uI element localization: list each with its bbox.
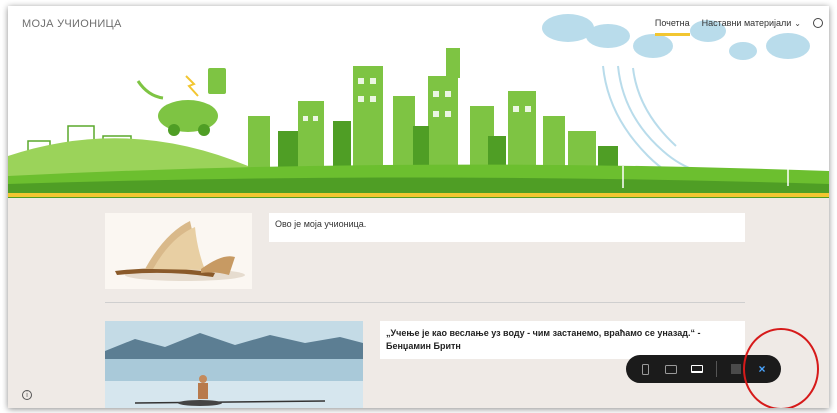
nav-item-teaching-materials[interactable]: Наставни материјали ⌄	[702, 18, 801, 28]
laptop-icon	[691, 365, 703, 373]
flag-icon	[731, 364, 741, 374]
quote-text: „Учење је као веслање уз воду - чим заст…	[386, 328, 701, 338]
annotation-circle	[743, 328, 819, 408]
eco-city-illustration	[8, 14, 829, 198]
phone-icon	[641, 363, 649, 375]
search-icon[interactable]	[813, 18, 823, 28]
toolbar-divider	[716, 361, 717, 377]
browser-frame: МОЈА УЧИОНИЦА Почетна Наставни материјал…	[8, 6, 829, 408]
chevron-down-icon: ⌄	[794, 19, 801, 28]
info-icon[interactable]: i	[22, 390, 32, 400]
main-nav: Почетна Наставни материјали ⌄	[654, 18, 823, 36]
nav-item-home[interactable]: Почетна	[654, 18, 690, 36]
phone-preview-button[interactable]	[638, 362, 652, 376]
open-book-image	[105, 213, 252, 289]
header-banner: МОЈА УЧИОНИЦА Почетна Наставни материјал…	[8, 6, 829, 198]
nav-item-label: Наставни материјали	[701, 18, 792, 28]
flag-button[interactable]	[729, 362, 743, 376]
quote-author: Бенџамин Бритн	[386, 341, 461, 351]
tablet-icon	[665, 364, 677, 374]
section-divider	[105, 302, 745, 303]
laptop-preview-button[interactable]	[690, 362, 704, 376]
tablet-preview-button[interactable]	[664, 362, 678, 376]
intro-text-box: Ово је моја учионица.	[269, 213, 745, 242]
quote-box: „Учење је као веслање уз воду - чим заст…	[380, 321, 745, 359]
site-title[interactable]: МОЈА УЧИОНИЦА	[22, 18, 122, 30]
rowing-image	[105, 321, 363, 408]
banner-accent-line	[8, 193, 829, 197]
intro-text: Ово је моја учионица.	[275, 219, 367, 229]
